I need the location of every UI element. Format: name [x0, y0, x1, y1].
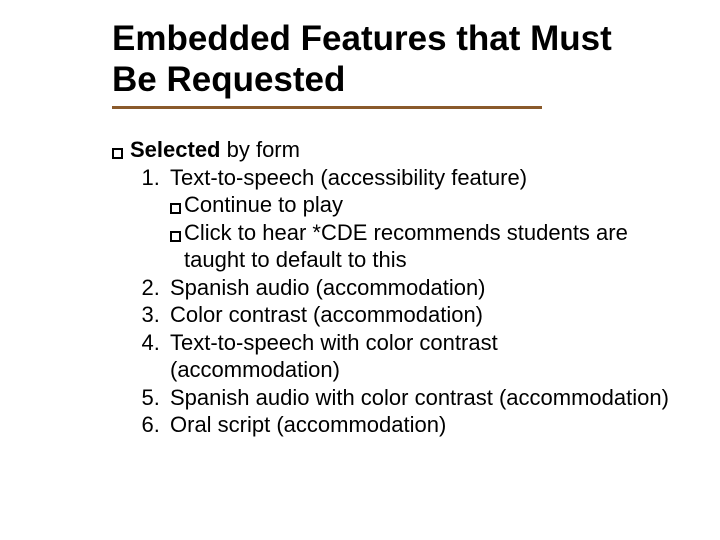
- heading-text: Selected by form: [130, 136, 672, 164]
- heading-rest: by form: [221, 137, 300, 162]
- list-item: Spanish audio with color contrast (accom…: [166, 384, 672, 412]
- square-bullet-icon: [170, 231, 181, 242]
- title-underline: [112, 106, 542, 109]
- square-bullet-icon: [112, 148, 123, 159]
- list-item-text: Oral script (accommodation): [170, 412, 446, 437]
- list-item-text: Spanish audio (accommodation): [170, 275, 486, 300]
- slide-title: Embedded Features that Must Be Requested: [112, 18, 672, 101]
- slide: Embedded Features that Must Be Requested…: [0, 0, 720, 540]
- sub-item: Continue to play: [170, 191, 672, 219]
- title-line-1: Embedded Features that Must: [112, 19, 612, 58]
- list-item: Text-to-speech (accessibility feature) C…: [166, 164, 672, 274]
- list-item: Spanish audio (accommodation): [166, 274, 672, 302]
- numbered-list: Text-to-speech (accessibility feature) C…: [112, 164, 672, 439]
- slide-body: Selected by form Text-to-speech (accessi…: [112, 136, 672, 439]
- list-item-text: Text-to-speech (accessibility feature): [170, 165, 527, 190]
- heading-bold: Selected: [130, 137, 221, 162]
- list-item-text: Color contrast (accommodation): [170, 302, 483, 327]
- square-bullet-icon: [170, 203, 181, 214]
- sub-item: Click to hear *CDE recommends students a…: [170, 219, 672, 274]
- list-item: Color contrast (accommodation): [166, 301, 672, 329]
- heading-row: Selected by form: [112, 136, 672, 164]
- list-item: Oral script (accommodation): [166, 411, 672, 439]
- list-item: Text-to-speech with color contrast (acco…: [166, 329, 672, 384]
- sub-item-text: Click to hear *CDE recommends students a…: [184, 219, 672, 274]
- title-line-2: Be Requested: [112, 60, 345, 99]
- sub-item-text: Continue to play: [184, 191, 672, 219]
- list-item-text: Spanish audio with color contrast (accom…: [170, 385, 669, 410]
- list-item-text: Text-to-speech with color contrast (acco…: [170, 330, 498, 383]
